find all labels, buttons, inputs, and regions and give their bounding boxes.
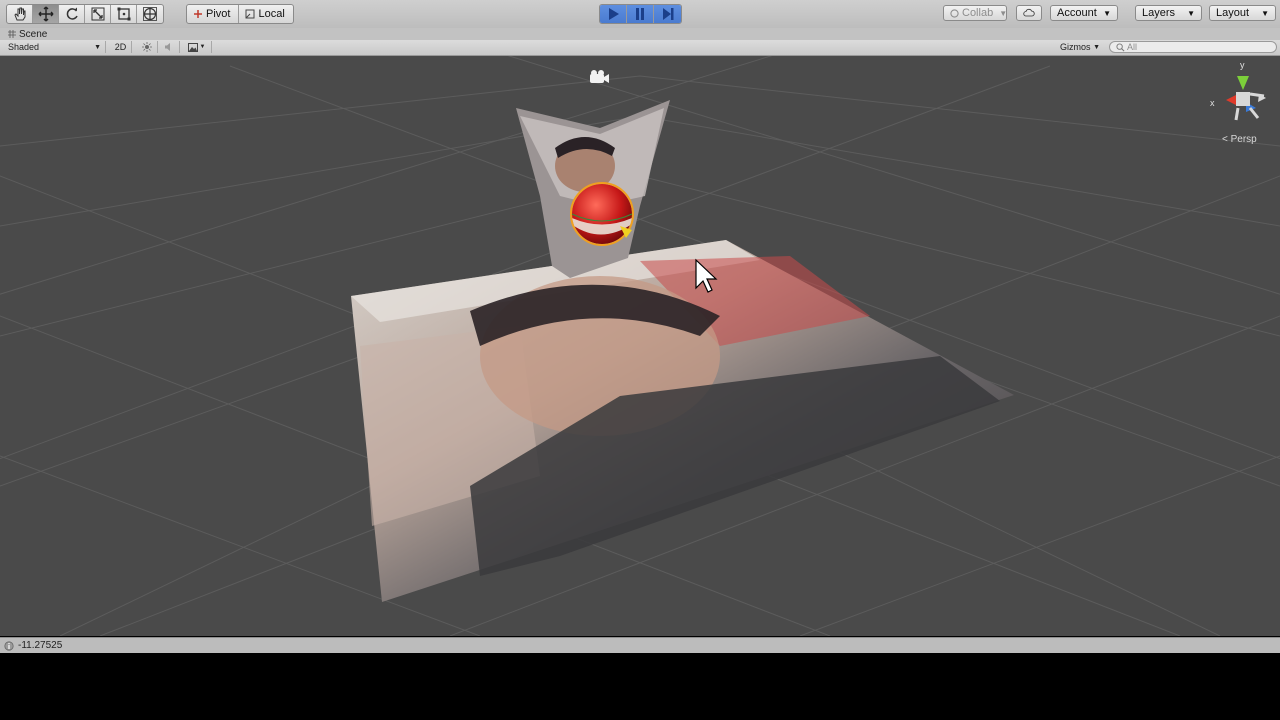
speaker-icon	[164, 43, 170, 51]
tab-scene[interactable]: Scene	[2, 28, 55, 40]
scale-icon	[91, 7, 104, 21]
search-icon	[1116, 42, 1125, 51]
axis-y-label: y	[1240, 60, 1245, 70]
transform-tool-button[interactable]	[137, 5, 163, 23]
image-icon	[187, 42, 198, 52]
layers-dropdown[interactable]: Layers ▼	[1135, 5, 1202, 21]
pivot-toggle[interactable]: Pivot	[187, 5, 240, 23]
orientation-gizmo[interactable]	[1226, 76, 1266, 121]
main-toolbar: Pivot Local Collab ▼ Account ▼ Layers ▼	[0, 0, 1280, 29]
pivot-local-group: Pivot Local	[186, 4, 294, 24]
shading-mode-dropdown[interactable]: Shaded ▼	[4, 41, 106, 53]
chevron-left-icon: <	[1222, 134, 1228, 145]
search-placeholder: All	[1127, 42, 1138, 52]
letterbox-bar	[0, 653, 1280, 720]
step-button[interactable]	[654, 5, 681, 23]
account-dropdown[interactable]: Account ▼	[1050, 5, 1118, 21]
chevron-down-icon: ▼	[199, 44, 206, 50]
rect-tool-button[interactable]	[111, 5, 137, 23]
layout-label: Layout	[1216, 7, 1250, 19]
lighting-toggle[interactable]	[136, 41, 158, 53]
scene-objects	[351, 70, 1266, 602]
projection-toggle[interactable]: < Persp	[1222, 134, 1257, 145]
chevron-down-icon: ▼	[1093, 43, 1100, 51]
photo-plane[interactable]	[351, 240, 1014, 602]
cloud-button[interactable]	[1016, 5, 1042, 21]
pivot-label: Pivot	[206, 8, 231, 20]
projection-label: Persp	[1230, 134, 1257, 145]
axis-x-label: x	[1210, 98, 1215, 108]
rotate-icon	[66, 7, 78, 20]
scene-tab-label: Scene	[19, 28, 48, 40]
step-forward-icon	[662, 8, 673, 20]
transform-tool-group	[6, 4, 164, 24]
chevron-down-icon: ▼	[999, 8, 1008, 18]
layout-dropdown[interactable]: Layout ▼	[1209, 5, 1276, 21]
pause-icon	[636, 8, 644, 20]
scene-tab-bar: Scene	[0, 28, 1280, 40]
audio-toggle[interactable]	[158, 41, 180, 53]
gizmos-dropdown[interactable]: Gizmos ▼	[1056, 41, 1104, 53]
rotate-tool-button[interactable]	[59, 5, 85, 23]
sphere-object[interactable]	[570, 182, 634, 246]
hand-icon	[13, 7, 25, 21]
info-icon	[4, 640, 14, 651]
mode-2d-toggle[interactable]: 2D	[110, 41, 132, 53]
chevron-down-icon: ▼	[1261, 8, 1269, 18]
pause-button[interactable]	[627, 5, 654, 23]
account-label: Account	[1057, 7, 1097, 19]
move-tool-button[interactable]	[33, 5, 59, 23]
collab-dropdown[interactable]: Collab ▼	[943, 5, 1007, 21]
gizmos-label: Gizmos	[1060, 42, 1091, 52]
chevron-down-icon: ▼	[1187, 8, 1195, 18]
layers-label: Layers	[1142, 7, 1176, 19]
scene-viewport[interactable]: x y < Persp	[0, 56, 1280, 636]
collab-label: Collab	[962, 7, 994, 19]
scale-tool-button[interactable]	[85, 5, 111, 23]
collab-icon	[950, 8, 959, 18]
cloud-icon	[1023, 8, 1035, 17]
local-space-icon	[245, 9, 255, 19]
chevron-down-icon: ▼	[1103, 8, 1111, 18]
pivot-icon	[194, 10, 202, 18]
local-label: Local	[258, 8, 285, 20]
grid-icon	[8, 30, 16, 38]
effects-dropdown[interactable]: ▼	[182, 41, 212, 53]
sun-icon	[141, 42, 152, 52]
local-toggle[interactable]: Local	[239, 5, 292, 23]
combined-transform-icon	[143, 7, 157, 21]
playback-controls	[599, 4, 682, 24]
scene-view-toolbar: Shaded ▼ 2D ▼ Gizmos ▼ All	[0, 40, 1280, 56]
status-bar: -11.27525	[0, 637, 1280, 653]
scene-search-input[interactable]: All	[1109, 41, 1277, 53]
play-button[interactable]	[600, 5, 627, 23]
play-icon	[609, 8, 619, 20]
status-message: -11.27525	[18, 640, 63, 651]
chevron-down-icon: ▼	[94, 43, 101, 51]
hand-tool-button[interactable]	[7, 5, 33, 23]
move-arrows-icon	[38, 6, 53, 22]
rect-transform-icon	[117, 7, 130, 21]
mode-2d-label: 2D	[114, 42, 127, 52]
shading-mode-label: Shaded	[8, 42, 40, 52]
camera-gizmo-icon[interactable]	[590, 70, 609, 83]
